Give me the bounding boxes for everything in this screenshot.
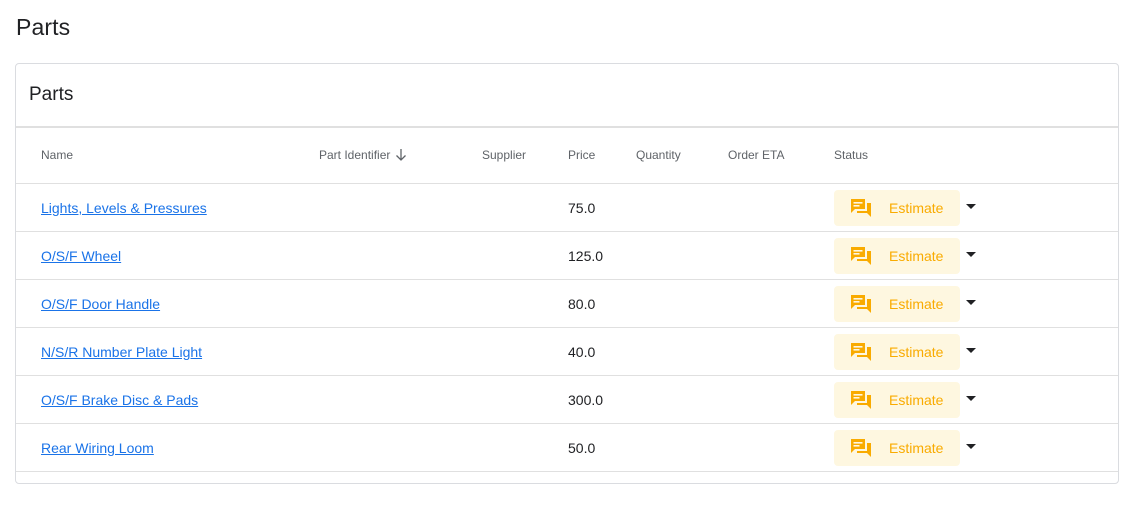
status-button[interactable]: Estimate <box>834 238 960 274</box>
table-row: Rear Wiring Loom 50.0 Estimate <box>16 424 1118 472</box>
parts-card: Parts Name Part Identifier Supplier Pric… <box>15 63 1119 484</box>
header-part-identifier[interactable]: Part Identifier <box>319 148 407 162</box>
status-label: Estimate <box>889 248 944 264</box>
chat-icon <box>851 343 871 361</box>
part-name-cell: N/S/R Number Plate Light <box>41 328 202 375</box>
price-cell: 125.0 <box>568 247 604 264</box>
chat-icon <box>851 295 871 313</box>
part-name-cell: O/S/F Door Handle <box>41 280 160 327</box>
price-cell: 300.0 <box>568 391 604 408</box>
chat-icon <box>851 199 871 217</box>
arrow-down-icon[interactable] <box>395 148 407 162</box>
part-name-cell: O/S/F Brake Disc & Pads <box>41 376 198 423</box>
status-button[interactable]: Estimate <box>834 334 960 370</box>
dropdown-arrow-icon[interactable] <box>966 204 976 210</box>
header-quantity[interactable]: Quantity <box>636 148 681 162</box>
price-cell: 80.0 <box>568 295 596 312</box>
part-name-link[interactable]: N/S/R Number Plate Light <box>41 344 202 360</box>
chat-icon <box>851 439 871 457</box>
part-name-cell: Rear Wiring Loom <box>41 424 154 471</box>
dropdown-arrow-icon[interactable] <box>966 252 976 258</box>
header-order-eta[interactable]: Order ETA <box>728 148 784 162</box>
price-cell: 75.0 <box>568 199 596 216</box>
card-title: Parts <box>29 84 74 105</box>
dropdown-arrow-icon[interactable] <box>966 396 976 402</box>
part-name-link[interactable]: O/S/F Brake Disc & Pads <box>41 392 198 408</box>
header-part-identifier-label: Part Identifier <box>319 148 391 162</box>
price-cell: 50.0 <box>568 439 596 456</box>
part-name-cell: Lights, Levels & Pressures <box>41 184 207 231</box>
dropdown-arrow-icon[interactable] <box>966 444 976 450</box>
part-name-link[interactable]: Lights, Levels & Pressures <box>41 200 207 216</box>
chat-icon <box>851 247 871 265</box>
part-name-cell: O/S/F Wheel <box>41 232 121 279</box>
table-row: O/S/F Brake Disc & Pads 300.0 Estimate <box>16 376 1118 424</box>
header-supplier[interactable]: Supplier <box>482 148 526 162</box>
status-button[interactable]: Estimate <box>834 430 960 466</box>
header-status[interactable]: Status <box>834 148 868 162</box>
dropdown-arrow-icon[interactable] <box>966 348 976 354</box>
status-label: Estimate <box>889 440 944 456</box>
part-name-link[interactable]: O/S/F Door Handle <box>41 296 160 312</box>
status-label: Estimate <box>889 392 944 408</box>
page-title: Parts <box>16 14 71 40</box>
table-row: N/S/R Number Plate Light 40.0 Estimate <box>16 328 1118 376</box>
table-row: O/S/F Door Handle 80.0 Estimate <box>16 280 1118 328</box>
table-row: O/S/F Wheel 125.0 Estimate <box>16 232 1118 280</box>
status-button[interactable]: Estimate <box>834 382 960 418</box>
price-cell: 40.0 <box>568 343 596 360</box>
header-name[interactable]: Name <box>41 148 73 162</box>
chat-icon <box>851 391 871 409</box>
status-label: Estimate <box>889 200 944 216</box>
table-row: Lights, Levels & Pressures 75.0 Estimate <box>16 184 1118 232</box>
part-name-link[interactable]: Rear Wiring Loom <box>41 440 154 456</box>
status-button[interactable]: Estimate <box>834 286 960 322</box>
status-button[interactable]: Estimate <box>834 190 960 226</box>
part-name-link[interactable]: O/S/F Wheel <box>41 248 121 264</box>
status-label: Estimate <box>889 296 944 312</box>
status-label: Estimate <box>889 344 944 360</box>
dropdown-arrow-icon[interactable] <box>966 300 976 306</box>
header-price[interactable]: Price <box>568 148 595 162</box>
table-header: Name Part Identifier Supplier Price Quan… <box>16 128 1118 184</box>
